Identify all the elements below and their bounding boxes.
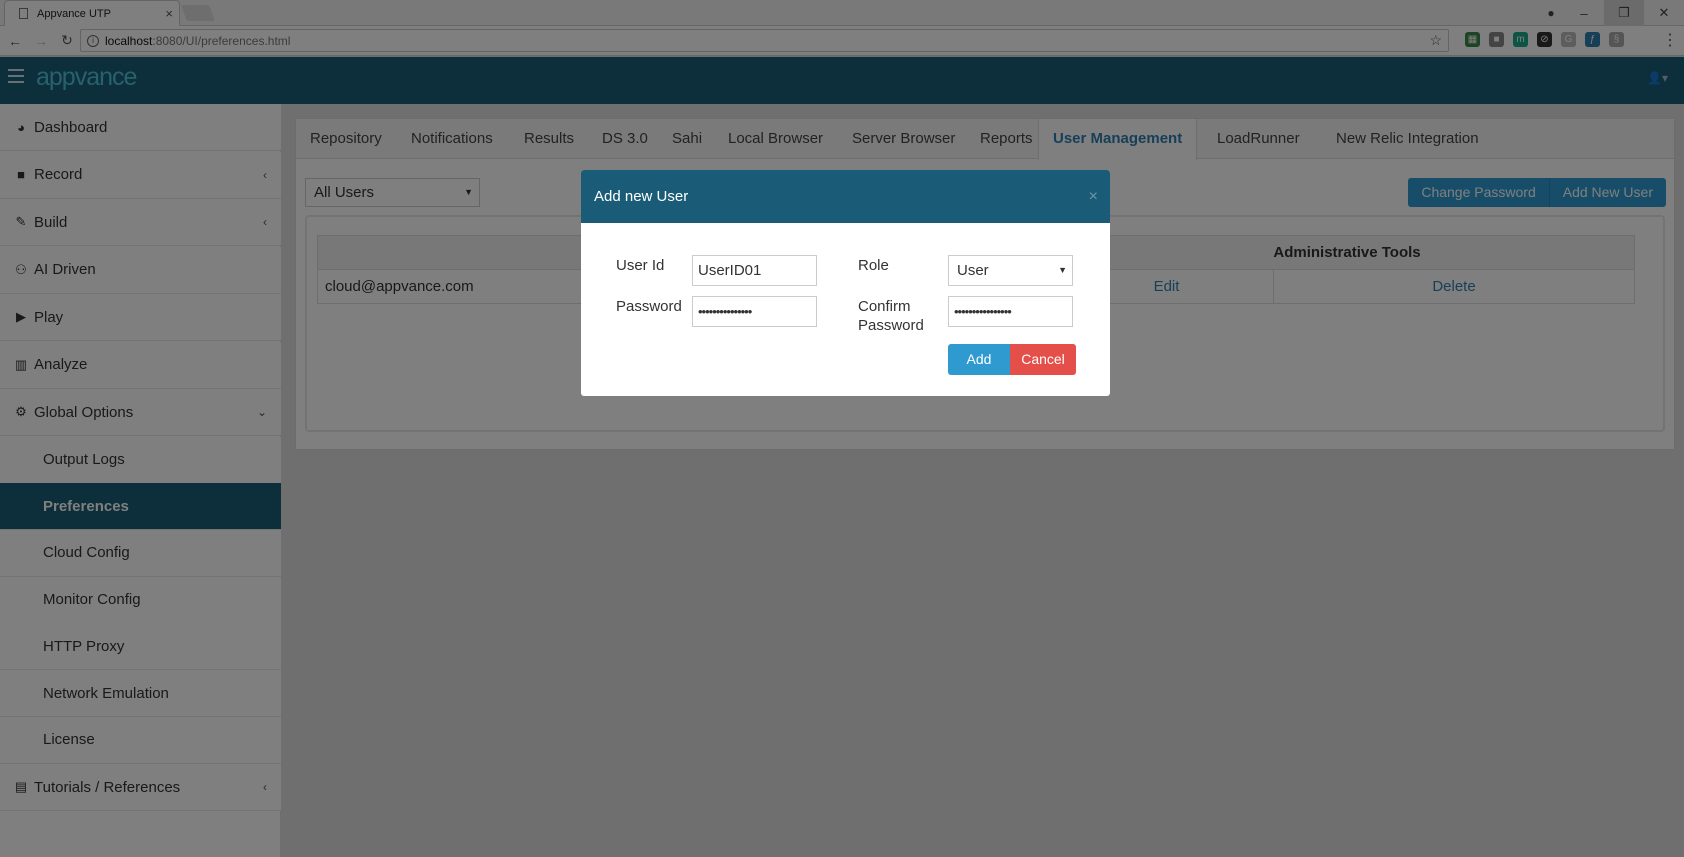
modal-header: Add new User ×	[581, 170, 1110, 223]
confirm-password-input[interactable]: ••••••••••••••••	[948, 296, 1073, 327]
add-user-modal: Add new User × User Id Role User ▼ Passw…	[581, 170, 1110, 396]
modal-title: Add new User	[594, 188, 689, 205]
password-label: Password	[616, 298, 682, 315]
confirm-password-label-line2: Password	[858, 317, 924, 334]
role-value: User	[957, 262, 989, 279]
add-button[interactable]: Add	[948, 344, 1010, 375]
user-id-label: User Id	[616, 257, 665, 274]
confirm-password-label-line1: Confirm	[858, 298, 911, 315]
cancel-button[interactable]: Cancel	[1010, 344, 1076, 375]
user-id-input[interactable]	[692, 255, 817, 286]
role-select[interactable]: User ▼	[948, 255, 1073, 286]
role-label: Role	[858, 257, 889, 274]
chevron-down-icon: ▼	[1058, 265, 1067, 275]
close-icon[interactable]: ×	[1089, 170, 1098, 223]
password-input[interactable]: •••••••••••••••	[692, 296, 817, 327]
modal-backdrop[interactable]	[0, 0, 1684, 857]
